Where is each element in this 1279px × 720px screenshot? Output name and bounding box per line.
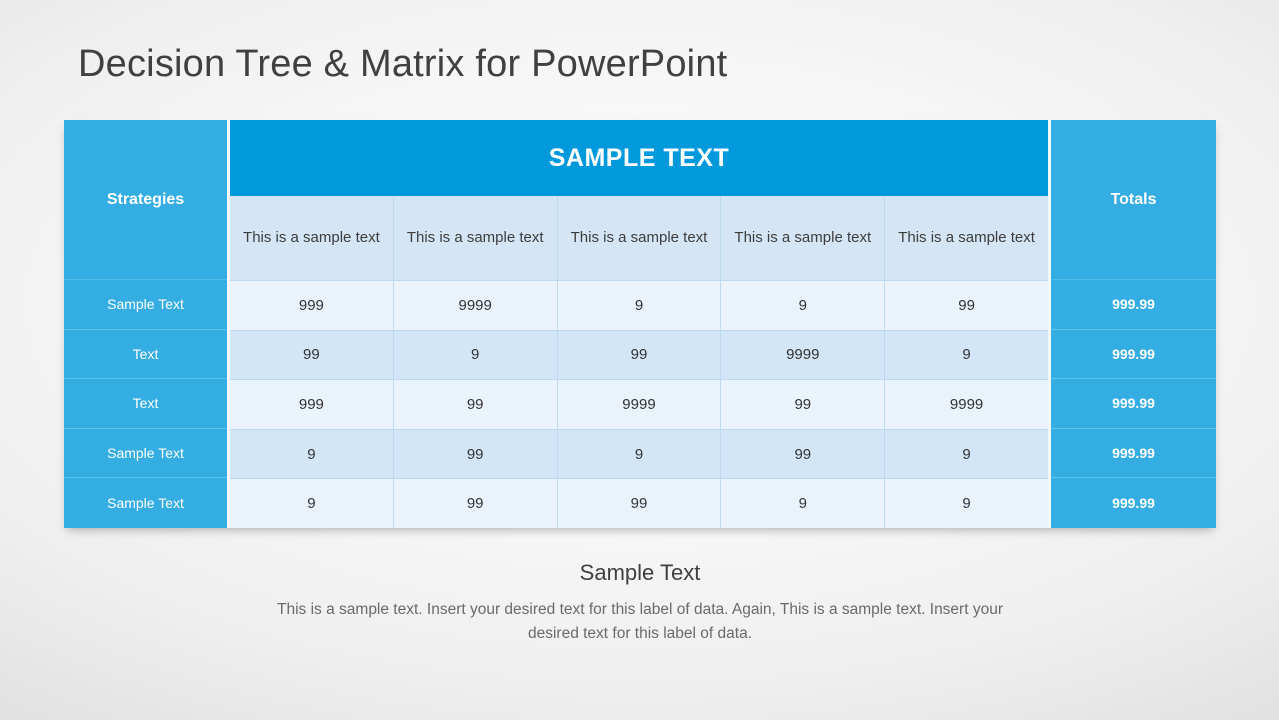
data-cell[interactable]: 9: [721, 479, 886, 528]
data-cell[interactable]: 9: [885, 479, 1048, 528]
data-cell[interactable]: 99: [394, 429, 558, 479]
strategy-label-cell[interactable]: Sample Text: [64, 280, 227, 330]
page-title: Decision Tree & Matrix for PowerPoint: [78, 43, 728, 85]
column-header-cell: This is a sample text: [394, 196, 558, 280]
totals-header-cell: Totals: [1051, 120, 1216, 280]
table-row: 9 99 99 9 9: [230, 478, 1048, 528]
column-header-cell: This is a sample text: [230, 196, 394, 280]
strategy-label-cell[interactable]: Sample Text: [64, 478, 227, 528]
data-cell[interactable]: 9: [885, 331, 1048, 380]
data-cell[interactable]: 99: [885, 281, 1048, 330]
strategy-label-cell[interactable]: Sample Text: [64, 428, 227, 479]
data-cell[interactable]: 9999: [721, 330, 886, 380]
total-value-cell[interactable]: 999.99: [1051, 280, 1216, 330]
data-cell[interactable]: 9: [558, 281, 722, 330]
data-cell[interactable]: 9999: [885, 380, 1048, 429]
total-value-cell[interactable]: 999.99: [1051, 379, 1216, 429]
total-value-cell[interactable]: 999.99: [1051, 329, 1216, 380]
data-cell[interactable]: 9: [394, 330, 558, 380]
matrix-banner-title: SAMPLE TEXT: [548, 143, 730, 172]
data-cell[interactable]: 9: [885, 430, 1048, 479]
data-cell[interactable]: 9: [721, 281, 886, 330]
data-cell[interactable]: 999: [230, 380, 394, 429]
strategies-column: Strategies Sample Text Text Text Sample …: [64, 120, 227, 528]
totals-column: Totals 999.99 999.99 999.99 999.99 999.9…: [1051, 120, 1216, 528]
total-value-cell[interactable]: 999.99: [1051, 478, 1216, 528]
caption-body: This is a sample text. Insert your desir…: [277, 601, 1003, 643]
table-row: 9 99 9 99 9: [230, 428, 1048, 479]
matrix-banner: SAMPLE TEXT: [230, 120, 1048, 196]
caption-title: Sample Text: [579, 560, 701, 585]
data-cell[interactable]: 9999: [394, 281, 558, 330]
data-cell[interactable]: 99: [558, 330, 722, 380]
caption-block: Sample Text This is a sample text. Inser…: [230, 560, 1050, 646]
table-row: 999 99 9999 99 9999: [230, 379, 1048, 429]
strategies-header-cell: Strategies: [64, 120, 227, 280]
data-cell[interactable]: 99: [721, 429, 886, 479]
data-cell[interactable]: 9: [230, 429, 394, 479]
data-cell[interactable]: 9: [230, 479, 394, 528]
table-row: 999 9999 9 9 99: [230, 280, 1048, 330]
strategy-label-cell[interactable]: Text: [64, 329, 227, 380]
column-header-cell: This is a sample text: [898, 228, 1035, 246]
column-header-cell: This is a sample text: [721, 196, 886, 280]
matrix-center-block: SAMPLE TEXT This is a sample text This i…: [227, 120, 1051, 528]
data-cell[interactable]: 99: [394, 380, 558, 429]
data-cell[interactable]: 9: [558, 429, 722, 479]
data-cell[interactable]: 99: [721, 380, 886, 429]
decision-matrix-table: Strategies Sample Text Text Text Sample …: [64, 120, 1216, 528]
total-value-cell[interactable]: 999.99: [1051, 428, 1216, 479]
data-cell[interactable]: 99: [230, 330, 394, 380]
column-headers-row: This is a sample text This is a sample t…: [230, 196, 1048, 280]
column-header-cell: This is a sample text: [558, 196, 722, 280]
data-cell[interactable]: 99: [394, 479, 558, 528]
data-cell[interactable]: 9999: [558, 380, 722, 429]
strategy-label-cell[interactable]: Text: [64, 379, 227, 429]
data-cell[interactable]: 99: [558, 479, 722, 528]
table-row: 99 9 99 9999 9: [230, 329, 1048, 380]
data-cell[interactable]: 999: [230, 281, 394, 330]
